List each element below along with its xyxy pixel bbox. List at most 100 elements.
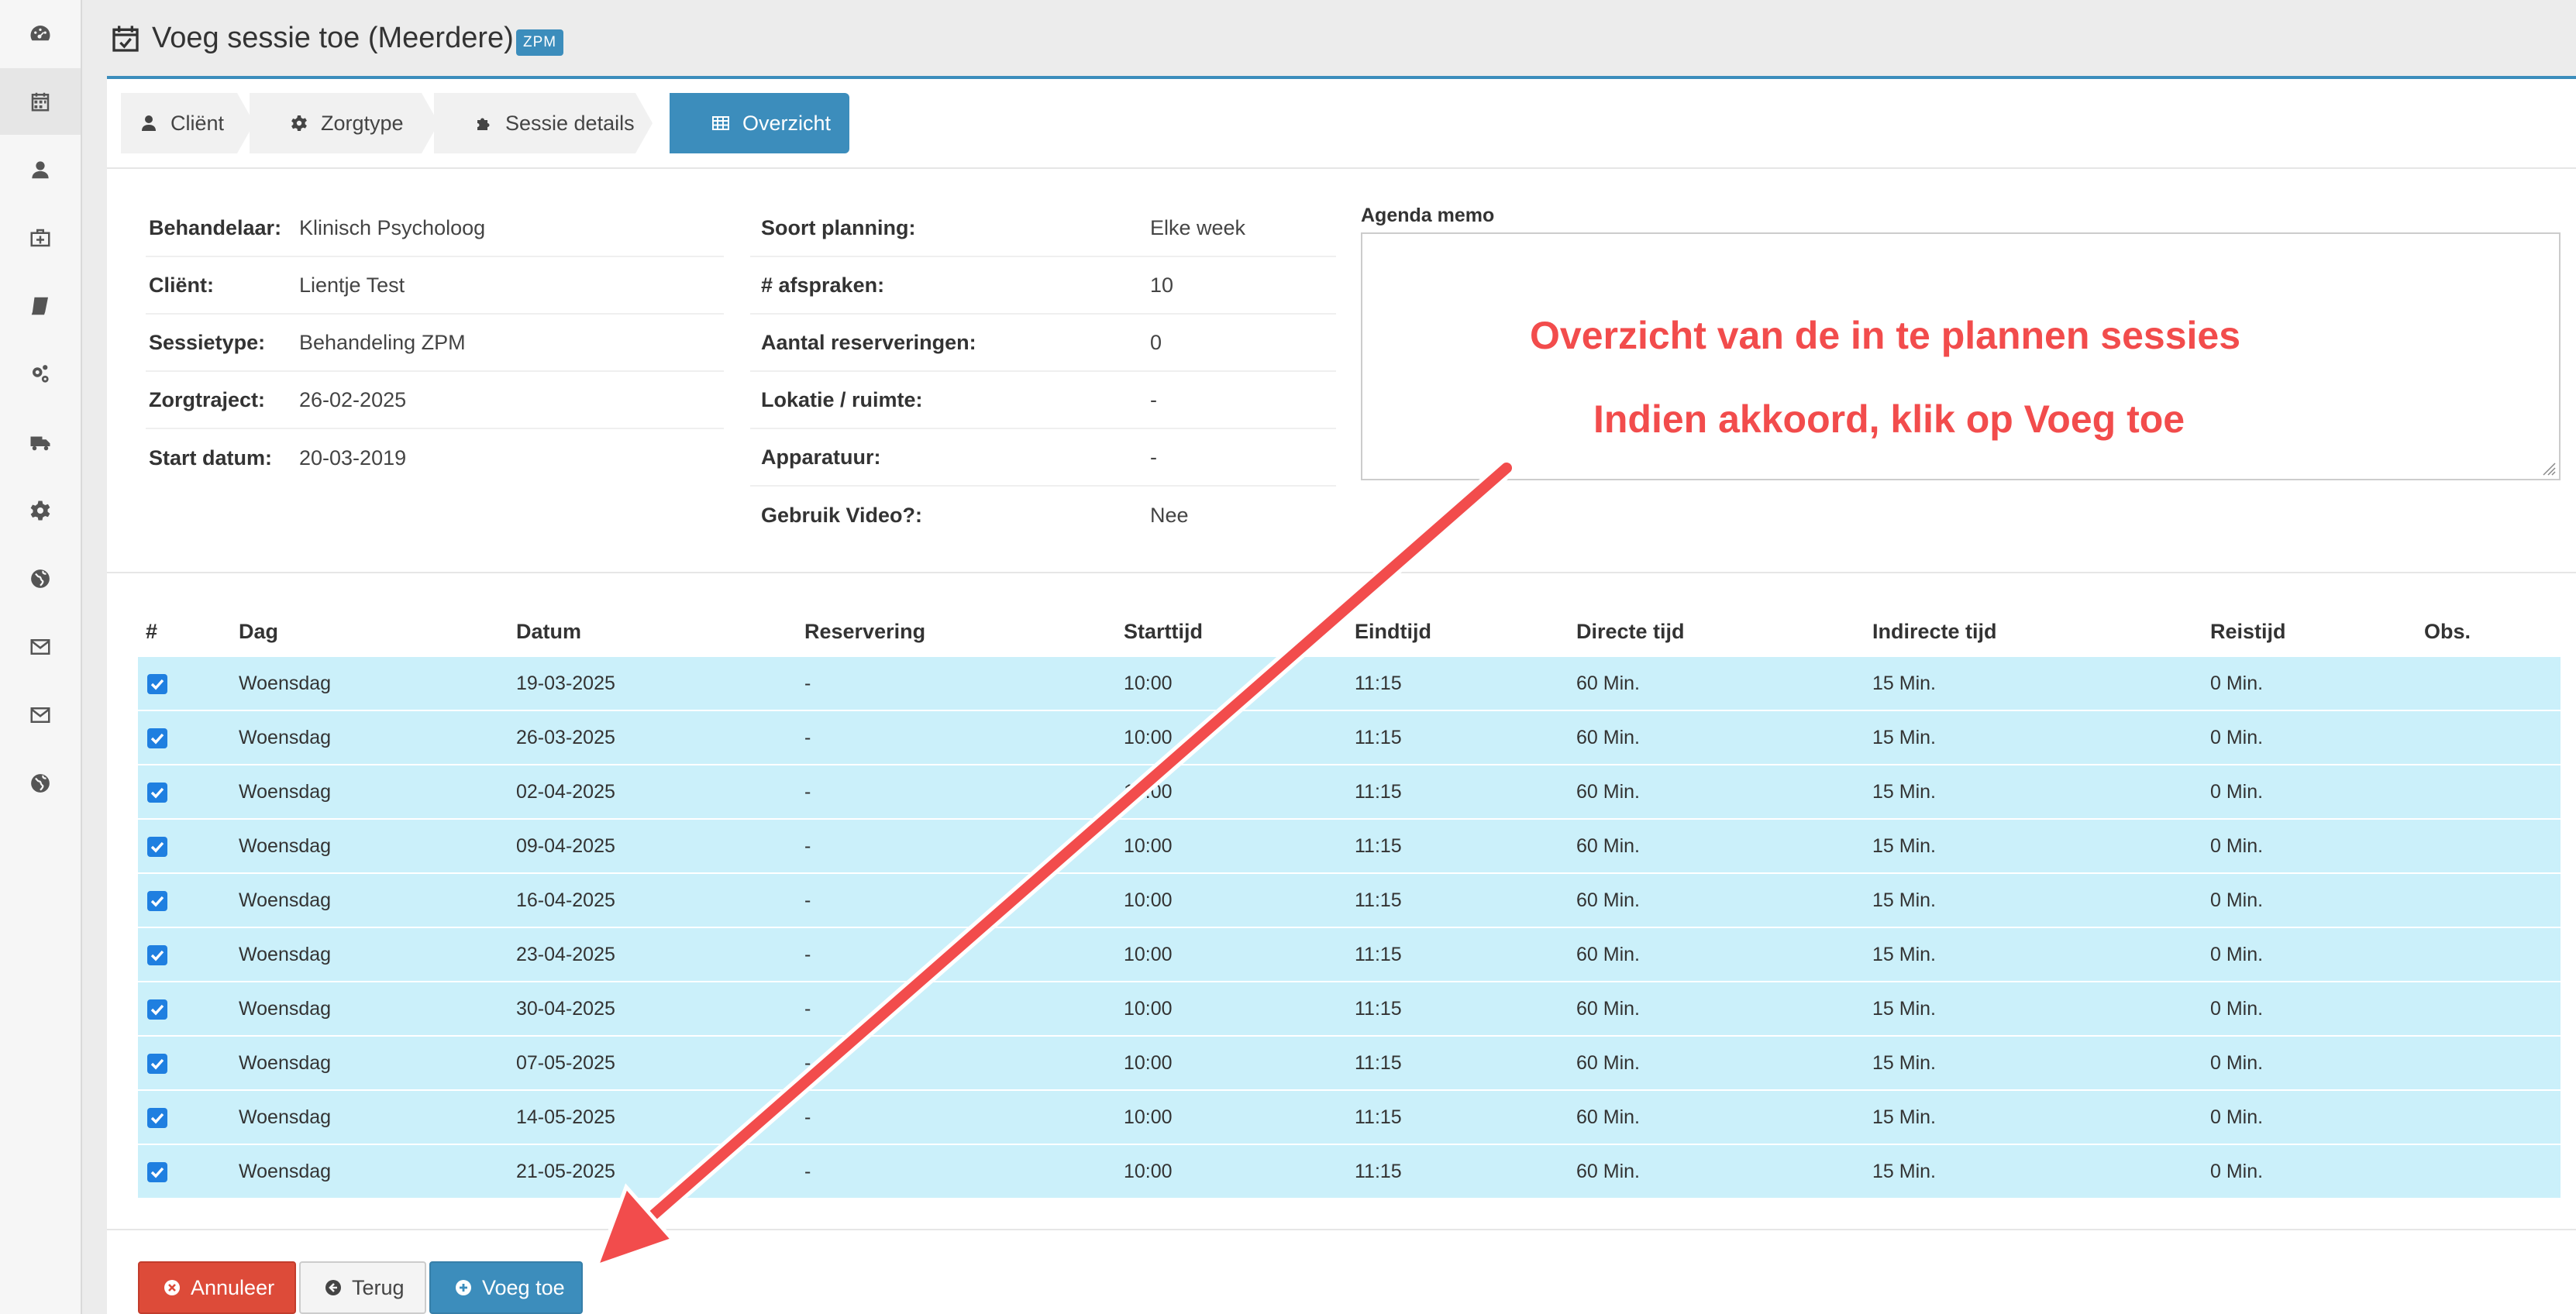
check-icon [150, 896, 164, 907]
info-row-startdatum: Start datum: 20-03-2019 [146, 429, 724, 487]
cell-eind: 11:15 [1355, 998, 1402, 1020]
cell-direct: 60 Min. [1576, 889, 1640, 911]
col-header: Directe tijd [1576, 620, 1685, 643]
info-label: Aantal reserveringen: [761, 330, 976, 354]
cogs-icon [33, 365, 49, 383]
info-value: Nee [1150, 503, 1189, 527]
cell-indirect: 15 Min. [1872, 727, 1936, 748]
step-overzicht[interactable]: Overzicht [670, 93, 849, 153]
cell-datum: 02-04-2025 [516, 781, 615, 803]
row-checkbox[interactable] [147, 999, 167, 1020]
cell-datum: 14-05-2025 [516, 1106, 615, 1128]
cell-reservering: - [804, 1161, 811, 1182]
cell-eind: 11:15 [1355, 835, 1402, 857]
info-label: Gebruik Video?: [761, 503, 923, 527]
row-checkbox[interactable] [147, 945, 167, 965]
row-checkbox[interactable] [147, 783, 167, 803]
sidebar-item-globe-2[interactable] [0, 750, 81, 817]
info-label: Soort planning: [761, 215, 916, 239]
book-icon [31, 297, 48, 315]
add-button-label: Voeg toe [482, 1275, 565, 1299]
table-row: Woensdag 19-03-2025 - 10:00 11:15 60 Min. 15 M… [138, 655, 2561, 710]
cell-start: 10:00 [1124, 781, 1173, 803]
row-checkbox[interactable] [147, 837, 167, 857]
table-row: Woensdag 16-04-2025 - 10:00 11:15 60 Min. 15 M… [138, 872, 2561, 927]
table-row: Woensdag 21-05-2025 - 10:00 11:15 60 Min. 15 M… [138, 1144, 2561, 1198]
dashboard-icon [30, 26, 50, 41]
sidebar-item-medical[interactable] [0, 205, 81, 271]
info-value: 0 [1150, 330, 1162, 354]
puzzle-icon [477, 118, 490, 130]
globe-icon [31, 569, 50, 588]
step-sessie-details[interactable]: Sessie details [434, 93, 653, 153]
cell-reis: 0 Min. [2210, 672, 2264, 694]
info-row-soort-planning: Soort planning: Elke week [750, 200, 1336, 257]
cell-reservering: - [804, 998, 811, 1020]
resize-grip-icon[interactable] [2540, 460, 2556, 476]
divider [107, 167, 2576, 169]
sidebar-item-transport[interactable] [0, 409, 81, 476]
row-checkbox[interactable] [147, 674, 167, 694]
row-checkbox[interactable] [147, 1162, 167, 1182]
globe-icon [31, 774, 50, 793]
cell-indirect: 15 Min. [1872, 781, 1936, 803]
divider [107, 1229, 2576, 1230]
envelope-icon [30, 639, 50, 655]
sidebar-item-dashboard[interactable] [0, 0, 81, 67]
wizard-steps: Cliënt Zorgtype Sessie details Overzicht [121, 93, 865, 153]
row-checkbox[interactable] [147, 1054, 167, 1074]
sidebar-item-calendar[interactable] [0, 68, 81, 135]
plus-circle-icon [456, 1280, 471, 1295]
table-row: Woensdag 30-04-2025 - 10:00 11:15 60 Min. 15 M… [138, 981, 2561, 1035]
sidebar [0, 0, 82, 1314]
medkit-icon [30, 229, 50, 247]
cell-dag: Woensdag [239, 835, 332, 857]
check-icon [150, 950, 164, 961]
table-row: Woensdag 02-04-2025 - 10:00 11:15 60 Min. 15 M… [138, 764, 2561, 818]
cell-eind: 11:15 [1355, 944, 1402, 965]
page-title: Voeg sessie toe (Meerdere) [152, 22, 514, 54]
sidebar-item-mail-2[interactable] [0, 682, 81, 748]
cancel-button[interactable]: Annuleer [138, 1261, 296, 1314]
module-badge: ZPM [516, 29, 564, 56]
sidebar-item-settings[interactable] [0, 477, 81, 544]
info-row-behandelaar: Behandelaar: Klinisch Psycholoog [146, 200, 724, 257]
back-button[interactable]: Terug [299, 1261, 426, 1314]
info-row-video: Gebruik Video?: Nee [750, 487, 1336, 544]
info-row-zorgtraject: Zorgtraject: 26-02-2025 [146, 372, 724, 429]
row-checkbox[interactable] [147, 1108, 167, 1128]
step-zorgtype[interactable]: Zorgtype [250, 93, 439, 153]
calendar-check-icon [112, 26, 139, 52]
sidebar-item-users[interactable] [0, 136, 81, 203]
col-header: Reistijd [2210, 620, 2286, 643]
info-label: # afspraken: [761, 273, 885, 297]
sidebar-item-globe[interactable] [0, 545, 81, 612]
cell-start: 10:00 [1124, 889, 1173, 911]
row-checkbox[interactable] [147, 728, 167, 748]
annotation-line-1: Overzicht van de in te plannen sessies [1530, 314, 2241, 357]
col-header: # [146, 620, 158, 643]
sidebar-item-mail[interactable] [0, 614, 81, 680]
cell-datum: 09-04-2025 [516, 835, 615, 857]
step-client[interactable]: Cliënt [121, 93, 254, 153]
cell-dag: Woensdag [239, 889, 332, 911]
cell-indirect: 15 Min. [1872, 672, 1936, 694]
check-icon [150, 679, 164, 690]
cell-direct: 60 Min. [1576, 944, 1640, 965]
arrow-circle-left-icon [325, 1280, 341, 1295]
cell-start: 10:00 [1124, 998, 1173, 1020]
cell-eind: 11:15 [1355, 889, 1402, 911]
row-checkbox[interactable] [147, 891, 167, 911]
info-label: Zorgtraject: [149, 387, 266, 411]
cell-direct: 60 Min. [1576, 781, 1640, 803]
sidebar-item-book[interactable] [0, 273, 81, 339]
cell-reis: 0 Min. [2210, 1161, 2264, 1182]
cell-indirect: 15 Min. [1872, 835, 1936, 857]
table-row: Woensdag 07-05-2025 - 10:00 11:15 60 Min. 15 M… [138, 1035, 2561, 1089]
cell-indirect: 15 Min. [1872, 1052, 1936, 1074]
truck-icon [30, 436, 50, 451]
col-header: Reservering [804, 620, 926, 643]
sidebar-item-cogs[interactable] [0, 341, 81, 408]
add-button[interactable]: Voeg toe [429, 1261, 583, 1314]
cell-start: 10:00 [1124, 835, 1173, 857]
